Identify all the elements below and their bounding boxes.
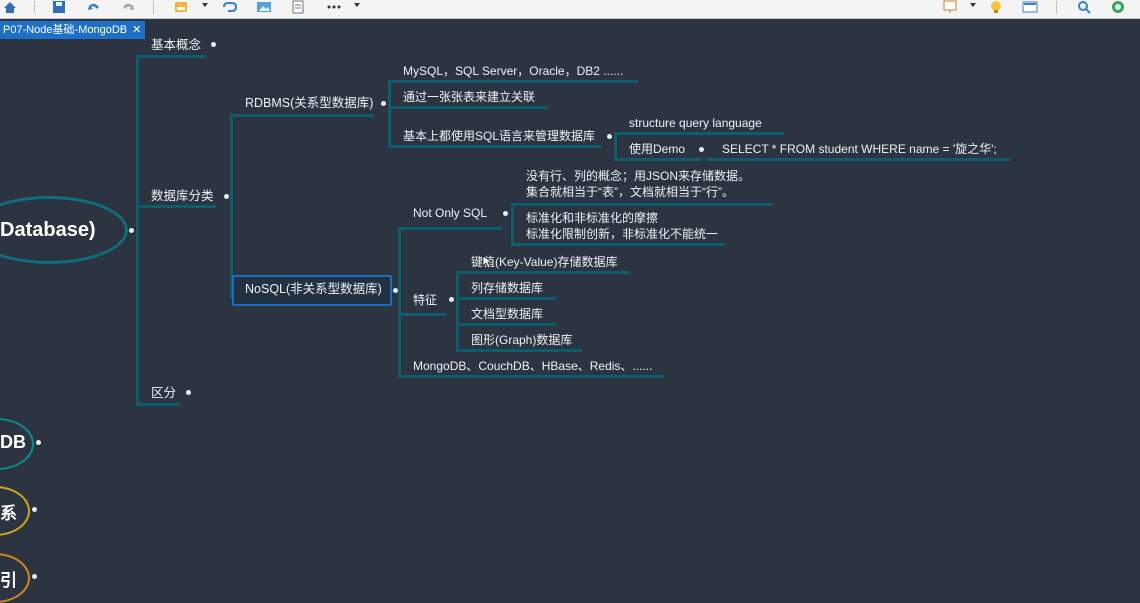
collapse-dot[interactable] [129,228,134,233]
topic-nosql-products[interactable]: MongoDB、CouchDB、HBase、Redis、...... [413,359,652,374]
topic-demo[interactable]: 使用Demo [629,142,685,157]
collapse-dot[interactable] [449,297,454,302]
branch-connector [456,349,582,352]
topic-nosql-concept[interactable]: 没有行、列的概念；用JSON来存储数据。 集合就相当于“表”，文档就相当于“行”… [526,168,750,200]
collapse-dot[interactable] [224,194,229,199]
collapse-dot[interactable] [381,101,386,106]
root-topic[interactable]: Database) [0,219,96,242]
topic-difference[interactable]: 区分 [151,386,176,401]
branch-connector [136,205,216,208]
sibling-topic-db[interactable]: DB [0,432,26,453]
collapse-dot[interactable] [32,507,37,512]
branch-connector [456,297,556,300]
branch-connector [614,132,617,159]
collapse-dot[interactable] [503,211,508,216]
branch-connector [230,114,233,299]
collapse-dot[interactable] [211,42,216,47]
branch-connector [388,80,638,83]
branch-connector [398,227,502,230]
topic-demo-sql[interactable]: SELECT * FROM student WHERE name = '旋之华'… [722,142,997,157]
collapse-dot[interactable] [186,390,191,395]
topic-rdbms-relations[interactable]: 通过一张张表来建立关联 [403,90,535,105]
collapse-dot[interactable] [32,574,37,579]
topic-rdbms-examples[interactable]: MySQL，SQL Server，Oracle，DB2 ...... [403,64,623,79]
branch-connector [706,158,1010,161]
topic-nosql[interactable]: NoSQL(非关系型数据库) [245,282,382,297]
collapse-dot[interactable] [607,134,612,139]
topic-not-only-sql[interactable]: Not Only SQL [413,206,487,221]
branch-connector [398,313,446,316]
topic-line: 标准化和非标准化的摩擦 [526,211,659,225]
sibling-topic-index[interactable]: 引 [0,566,17,591]
topic-feature-document[interactable]: 文档型数据库 [471,307,543,322]
topic-rdbms-sql[interactable]: 基本上都使用SQL语言来管理数据库 [403,129,595,144]
branch-connector [230,114,374,117]
topic-features[interactable]: 特征 [413,293,437,308]
collapse-dot[interactable] [36,440,41,445]
branch-connector [398,227,401,377]
branch-connector [136,403,180,406]
topic-sql-fullname[interactable]: structure query language [629,116,762,131]
topic-feature-keyvalue[interactable]: 键值(Key-Value)存储数据库 [471,255,617,270]
branch-connector [456,271,459,351]
topic-feature-graph[interactable]: 图形(Graph)数据库 [471,333,572,348]
topic-nosql-standardization[interactable]: 标准化和非标准化的摩擦 标准化限制创新，非标准化不能统一 [526,210,718,242]
topic-db-categories[interactable]: 数据库分类 [151,189,214,204]
branch-connector [511,243,725,246]
branch-connector [614,158,702,161]
branch-connector [614,132,784,135]
mouse-cursor-icon [482,255,494,274]
branch-connector [511,203,514,244]
branch-connector [511,203,773,206]
mindmap-canvas[interactable]: Database) DB 系 引 基本概念 数据库分类 区分 RDBMS(关系型… [0,0,1140,603]
branch-connector [388,80,391,146]
sibling-topic-system[interactable]: 系 [0,499,17,524]
topic-line: 集合就相当于“表”，文档就相当于“行”。 [526,185,734,199]
branch-connector [398,375,664,378]
branch-connector [136,55,206,58]
branch-connector [388,145,602,148]
branch-connector [136,55,139,405]
topic-line: 标准化限制创新，非标准化不能统一 [526,227,719,241]
topic-feature-column[interactable]: 列存储数据库 [471,281,543,296]
branch-connector [388,106,548,109]
branch-connector [456,323,556,326]
collapse-dot[interactable] [699,147,704,152]
topic-line: 没有行、列的概念；用JSON来存储数据。 [526,169,751,183]
topic-rdbms[interactable]: RDBMS(关系型数据库) [245,96,373,111]
topic-basic-concepts[interactable]: 基本概念 [151,38,201,53]
